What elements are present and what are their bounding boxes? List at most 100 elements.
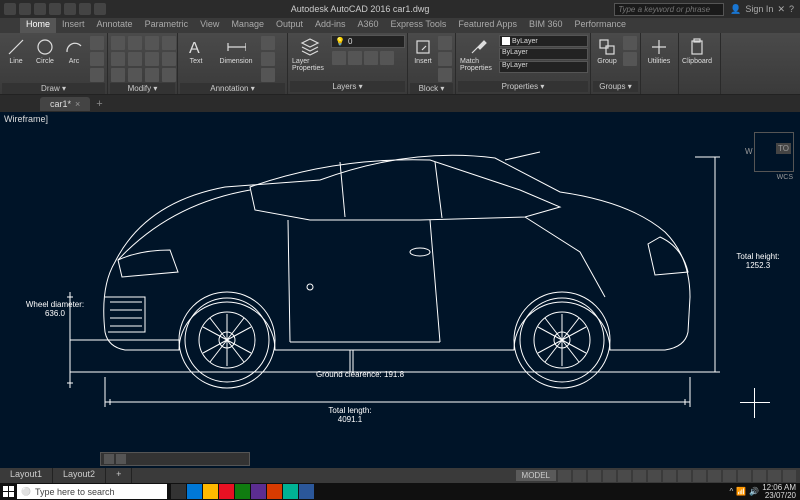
qat-undo-icon[interactable] [64,3,76,15]
text-button[interactable]: AText [180,35,212,67]
osnap-icon[interactable] [618,470,631,482]
viewport-label[interactable]: Wireframe] [4,114,48,124]
signin-link[interactable]: Sign In [745,4,773,14]
stretch-icon[interactable] [111,68,125,82]
clock[interactable]: 12:06 AM23/07/20 [762,484,796,500]
model-button[interactable]: MODEL [516,470,556,481]
otrack-icon[interactable] [633,470,646,482]
tray-up-icon[interactable]: ^ [729,487,733,496]
trim-icon[interactable] [145,36,159,50]
insert-button[interactable]: Insert [410,35,436,67]
view-cube[interactable]: W TO WCS [754,132,794,172]
custom-icon[interactable] [783,470,796,482]
clipboard-button[interactable]: Clipboard [681,35,713,67]
lweight-icon[interactable] [648,470,661,482]
autocad-icon[interactable] [219,484,234,499]
linetype-combo[interactable]: ByLayer [499,61,588,73]
app7-icon[interactable] [267,484,282,499]
layer-off-icon[interactable] [332,51,346,65]
start-button[interactable] [0,483,17,500]
drawing-tab[interactable]: car1*× [40,97,90,111]
qat-save-icon[interactable] [49,3,61,15]
leader-icon[interactable] [261,36,275,50]
drawing-canvas[interactable]: Wireframe] [0,112,800,468]
color-combo[interactable]: ByLayer [499,35,588,47]
app-icon[interactable] [4,3,16,15]
volume-icon[interactable]: 🔊 [749,487,759,496]
panel-modify-title[interactable]: Modify ▾ [110,83,175,94]
attr-icon[interactable] [438,68,452,82]
tab-home[interactable]: Home [20,18,56,33]
tab-featured[interactable]: Featured Apps [452,18,523,33]
layout-add[interactable]: + [106,468,132,483]
panel-groups-title[interactable]: Groups ▾ [593,81,638,92]
scale-icon[interactable] [128,68,142,82]
tab-view[interactable]: View [194,18,225,33]
tab-parametric[interactable]: Parametric [139,18,195,33]
app8-icon[interactable] [283,484,298,499]
isolate-icon[interactable] [738,470,751,482]
layer-freeze-icon[interactable] [348,51,362,65]
array-icon[interactable] [145,68,159,82]
panel-annotation-title[interactable]: Annotation ▾ [180,83,285,94]
close-icon[interactable]: × [75,99,80,109]
panel-layers-title[interactable]: Layers ▾ [290,81,405,92]
taskbar-search[interactable]: Type here to search [17,484,167,499]
circle-button[interactable]: Circle [31,35,59,67]
new-tab-button[interactable]: + [96,98,102,110]
word-icon[interactable] [299,484,314,499]
layer-properties-button[interactable]: Layer Properties [290,35,330,74]
rectangle-icon[interactable] [90,52,104,66]
ortho-icon[interactable] [588,470,601,482]
qat-open-icon[interactable] [34,3,46,15]
match-properties-button[interactable]: Match Properties [458,35,498,74]
qat-print-icon[interactable] [94,3,106,15]
hardware-icon[interactable] [753,470,766,482]
help-icon[interactable]: ? [789,4,794,14]
dimension-button[interactable]: Dimension [213,35,259,67]
group-button[interactable]: Group [593,35,621,67]
arc-button[interactable]: Arc [60,35,88,67]
fillet-icon[interactable] [145,52,159,66]
qat-new-icon[interactable] [19,3,31,15]
tab-performance[interactable]: Performance [568,18,632,33]
grid-icon[interactable] [558,470,571,482]
taskview-icon[interactable] [171,484,186,499]
edit-block-icon[interactable] [438,52,452,66]
polyline-icon[interactable] [90,36,104,50]
explorer-icon[interactable] [203,484,218,499]
app5-icon[interactable] [235,484,250,499]
command-line[interactable] [100,452,250,466]
clean-icon[interactable] [768,470,781,482]
panel-block-title[interactable]: Block ▾ [410,83,453,94]
app6-icon[interactable] [251,484,266,499]
group-edit-icon[interactable] [623,52,637,66]
explode-icon[interactable] [162,52,176,66]
tab-a360[interactable]: A360 [352,18,385,33]
edge-icon[interactable] [187,484,202,499]
layer-lock-icon[interactable] [364,51,378,65]
layer-combo[interactable]: 💡 0 [331,35,405,48]
hatch-icon[interactable] [90,68,104,82]
ungroup-icon[interactable] [623,36,637,50]
panel-draw-title[interactable]: Draw ▾ [2,83,105,94]
lineweight-combo[interactable]: ByLayer [499,48,588,60]
cycling-icon[interactable] [678,470,691,482]
layout-tab-1[interactable]: Layout1 [0,468,53,483]
tab-bim360[interactable]: BIM 360 [523,18,569,33]
tab-output[interactable]: Output [270,18,309,33]
move-icon[interactable] [111,36,125,50]
annoscale-icon[interactable] [693,470,706,482]
offset-icon[interactable] [162,68,176,82]
rotate-icon[interactable] [128,36,142,50]
mirror-icon[interactable] [128,52,142,66]
mtext-icon[interactable] [261,68,275,82]
tab-addins[interactable]: Add-ins [309,18,352,33]
exchange-icon[interactable]: ✕ [777,4,785,15]
layer-match-icon[interactable] [380,51,394,65]
line-button[interactable]: Line [2,35,30,67]
utilities-button[interactable]: Utilities [643,35,675,67]
wifi-icon[interactable]: 📶 [736,487,746,496]
annomon-icon[interactable] [723,470,736,482]
workspace-icon[interactable] [708,470,721,482]
